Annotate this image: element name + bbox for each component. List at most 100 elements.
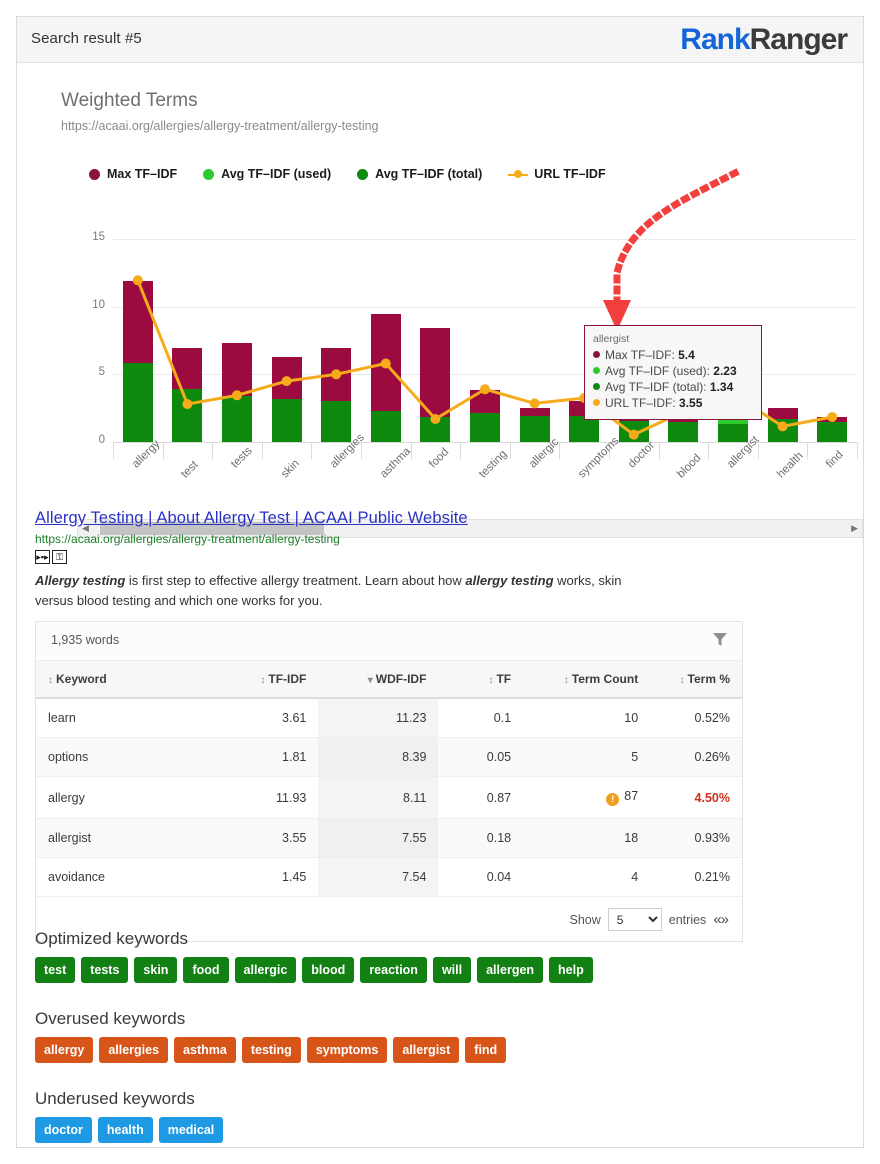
- keyword-chip[interactable]: skin: [134, 957, 177, 983]
- keyword-chip[interactable]: test: [35, 957, 75, 983]
- tooltip-rows: Max TF–IDF: 5.4Avg TF–IDF (used): 2.23Av…: [593, 347, 753, 411]
- cell-tf: 0.18: [438, 819, 523, 858]
- tooltip-row: Max TF–IDF: 5.4: [593, 347, 753, 363]
- cell-term-pct: 4.50%: [650, 777, 742, 819]
- tooltip-row-value: 5.4: [678, 348, 695, 362]
- tooltip-swatch: [593, 367, 600, 374]
- line-data-point[interactable]: [282, 376, 292, 386]
- filter-icon[interactable]: [712, 631, 728, 653]
- legend-swatch-max-tfidf: [89, 169, 100, 180]
- tooltip-row-label: Max TF–IDF:: [605, 348, 678, 362]
- legend-label-max-tfidf: Max TF–IDF: [107, 167, 177, 181]
- keyword-chip[interactable]: allergist: [393, 1037, 459, 1063]
- keyword-chip[interactable]: allergies: [99, 1037, 168, 1063]
- keyword-chip[interactable]: testing: [242, 1037, 301, 1063]
- serp-badges: ▸▪▸ ⚿: [35, 550, 735, 564]
- line-data-point[interactable]: [778, 421, 788, 431]
- keywords-table-card: 1,935 words ↕Keyword↕TF-IDF▾WDF-IDF↕TF↕T…: [35, 621, 743, 942]
- keyword-chip[interactable]: help: [549, 957, 593, 983]
- serp-title-link[interactable]: Allergy Testing | About Allergy Test | A…: [35, 509, 468, 527]
- table-row[interactable]: avoidance1.457.540.0440.21%: [36, 858, 742, 897]
- keyword-group-heading: Overused keywords: [35, 1009, 835, 1029]
- table-column-header[interactable]: ↕Term Count: [523, 661, 650, 698]
- line-data-point[interactable]: [232, 390, 242, 400]
- x-axis-label: test: [179, 459, 201, 481]
- table-column-header[interactable]: ↕TF-IDF: [205, 661, 318, 698]
- tooltip-row: Avg TF–IDF (total): 1.34: [593, 379, 753, 395]
- pagination-nav: «»: [713, 911, 728, 928]
- keyword-group-optimized: Optimized keywords testtestsskinfoodalle…: [35, 929, 835, 983]
- keyword-chip[interactable]: blood: [302, 957, 354, 983]
- keyword-chip[interactable]: doctor: [35, 1117, 92, 1143]
- legend-item-max-tfidf[interactable]: Max TF–IDF: [89, 167, 177, 181]
- cell-term-count: 5: [523, 738, 650, 777]
- tooltip-row-label: URL TF–IDF:: [605, 396, 679, 410]
- line-data-point[interactable]: [381, 359, 391, 369]
- legend-item-url-tfidf[interactable]: URL TF–IDF: [508, 167, 605, 181]
- line-data-point[interactable]: [182, 399, 192, 409]
- keyword-chip[interactable]: will: [433, 957, 471, 983]
- keyword-group-overused: Overused keywords allergyallergiesasthma…: [35, 1009, 835, 1063]
- table-column-header[interactable]: ↕Keyword: [36, 661, 205, 698]
- sort-indicator-icon: ▾: [368, 675, 373, 686]
- line-data-point[interactable]: [133, 275, 143, 285]
- keywords-table: ↕Keyword↕TF-IDF▾WDF-IDF↕TF↕Term Count↕Te…: [36, 661, 742, 897]
- x-axis-label: allergy: [130, 438, 162, 470]
- line-data-point[interactable]: [480, 384, 490, 394]
- x-axis-label: doctor: [626, 439, 657, 470]
- keyword-chip[interactable]: allergy: [35, 1037, 93, 1063]
- cell-tfidf: 11.93: [205, 777, 318, 819]
- table-row[interactable]: allergy11.938.110.87!874.50%: [36, 777, 742, 819]
- prev-page-button[interactable]: «: [713, 911, 720, 928]
- cell-wdfidf: 7.55: [318, 819, 438, 858]
- legend-label-avg-total: Avg TF–IDF (total): [375, 167, 482, 181]
- keyword-chip[interactable]: asthma: [174, 1037, 236, 1063]
- serp-snippet: Allergy Testing | About Allergy Test | A…: [35, 509, 735, 611]
- keyword-chip[interactable]: reaction: [360, 957, 427, 983]
- legend-item-avg-used[interactable]: Avg TF–IDF (used): [203, 167, 331, 181]
- table-column-header[interactable]: ▾WDF-IDF: [318, 661, 438, 698]
- page-title: Search result #5: [31, 30, 142, 47]
- lock-icon: ⚿: [52, 550, 67, 564]
- line-data-point[interactable]: [530, 398, 540, 408]
- table-column-header[interactable]: ↕Term %: [650, 661, 742, 698]
- keyword-chip[interactable]: find: [465, 1037, 506, 1063]
- keyword-chip[interactable]: tests: [81, 957, 128, 983]
- keyword-chip[interactable]: symptoms: [307, 1037, 388, 1063]
- serp-url: https://acaai.org/allergies/allergy-trea…: [35, 532, 735, 546]
- table-row[interactable]: learn3.6111.230.1100.52%: [36, 698, 742, 738]
- show-label: Show: [570, 913, 601, 927]
- next-page-button[interactable]: »: [721, 911, 728, 928]
- x-axis-label: food: [427, 446, 451, 470]
- cell-keyword: learn: [36, 698, 205, 738]
- x-axis-label: find: [824, 449, 846, 471]
- page-size-select[interactable]: 5102550: [608, 908, 662, 931]
- sort-indicator-icon: ↕: [488, 675, 493, 686]
- sort-indicator-icon: ↕: [48, 675, 53, 686]
- line-data-point[interactable]: [430, 414, 440, 424]
- keyword-chip[interactable]: food: [183, 957, 228, 983]
- scroll-right-arrow-icon[interactable]: ▶: [851, 524, 858, 533]
- keyword-chip[interactable]: medical: [159, 1117, 224, 1143]
- cell-term-count: 10: [523, 698, 650, 738]
- table-row[interactable]: options1.818.390.0550.26%: [36, 738, 742, 777]
- keyword-chip[interactable]: allergic: [235, 957, 297, 983]
- cell-wdfidf: 8.11: [318, 777, 438, 819]
- line-data-point[interactable]: [827, 412, 837, 422]
- cell-tfidf: 3.61: [205, 698, 318, 738]
- cell-keyword: avoidance: [36, 858, 205, 897]
- line-data-point[interactable]: [331, 369, 341, 379]
- table-column-header[interactable]: ↕TF: [438, 661, 523, 698]
- table-row[interactable]: allergist3.557.550.18180.93%: [36, 819, 742, 858]
- line-data-point[interactable]: [629, 430, 639, 440]
- cell-keyword: allergist: [36, 819, 205, 858]
- cell-tf: 0.87: [438, 777, 523, 819]
- x-axis-label: testing: [477, 448, 509, 480]
- keyword-chip[interactable]: allergen: [477, 957, 543, 983]
- keyword-chip[interactable]: health: [98, 1117, 153, 1143]
- tooltip-swatch: [593, 351, 600, 358]
- legend-item-avg-total[interactable]: Avg TF–IDF (total): [357, 167, 482, 181]
- table-body: learn3.6111.230.1100.52%options1.818.390…: [36, 698, 742, 897]
- brand-first: Rank: [680, 23, 749, 56]
- warning-icon: !: [606, 793, 619, 806]
